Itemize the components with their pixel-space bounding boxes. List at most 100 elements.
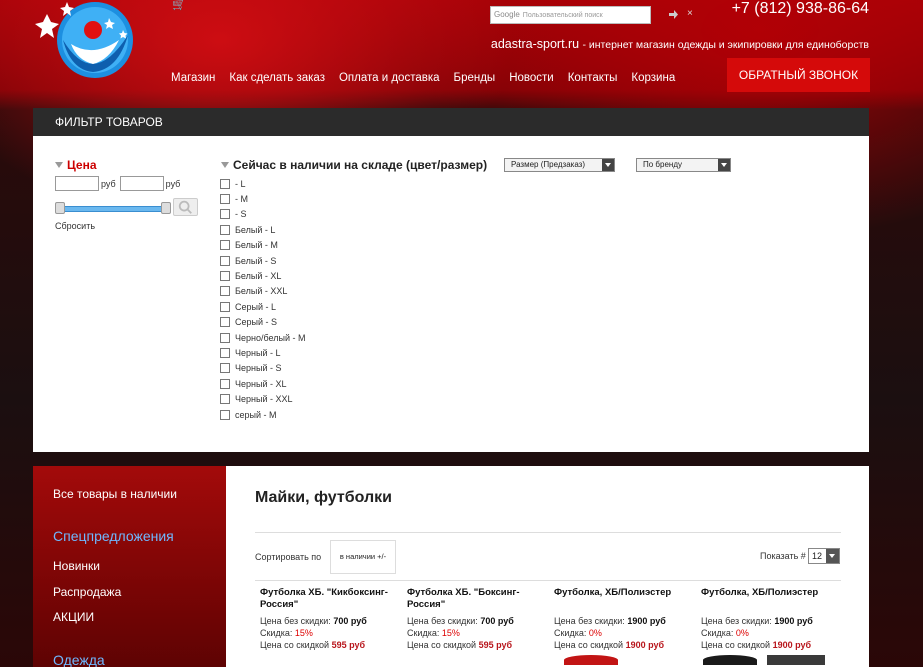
product-name[interactable]: Футболка, ХБ/Полиэстер [554,587,701,615]
checkbox[interactable] [220,301,230,312]
stock-option-label: - S [235,209,247,220]
search-input[interactable]: Google Пользовательский поиск [490,6,651,24]
product-discount-row: Скидка: 0% [701,627,848,639]
stock-option[interactable]: Белый - XL [220,268,306,283]
per-page-select[interactable]: 12 [808,548,840,564]
product-name[interactable]: Футболка ХБ. "Кикбоксинг-Россия" [260,587,407,615]
price-slider-max-handle[interactable] [161,202,171,214]
checkbox[interactable] [220,224,230,235]
price-label: Цена без скидки: [701,616,772,626]
discount-label: Скидка: [701,628,734,638]
product-name[interactable]: Футболка, ХБ/Полиэстер [701,587,848,615]
sidebar-item-all-in-stock[interactable]: Все товары в наличии [53,487,177,501]
stock-option[interactable]: Черный - XXL [220,391,306,406]
checkbox[interactable] [220,240,230,251]
sidebar-item-sale[interactable]: Распродажа [53,585,121,599]
checkbox[interactable] [220,332,230,343]
checkbox[interactable] [220,378,230,389]
stock-option[interactable]: - S [220,207,306,222]
clear-search-icon[interactable]: × [687,8,693,20]
stock-option[interactable]: Черный - S [220,361,306,376]
checkbox[interactable] [220,178,230,189]
nav-item-cart[interactable]: Корзина [631,72,675,84]
price-slider[interactable] [55,202,171,214]
product-card[interactable]: Футболка, ХБ/Полиэстер Цена без скидки: … [701,587,848,665]
price-filter-heading[interactable]: Цена [55,158,97,172]
search-placeholder: Пользовательский поиск [522,12,603,19]
stock-option[interactable]: Черный - L [220,345,306,360]
product-final-row: Цена со скидкой 1900 руб [554,639,701,651]
product-price-row: Цена без скидки: 1900 руб [701,615,848,627]
product-card[interactable]: Футболка ХБ. "Кикбоксинг-Россия" Цена бе… [260,587,407,665]
checkbox[interactable] [220,286,230,297]
stock-option-label: - L [235,178,246,189]
checkbox[interactable] [220,209,230,220]
product-discount-row: Скидка: 15% [260,627,407,639]
product-grid: Футболка ХБ. "Кикбоксинг-Россия" Цена бе… [260,587,848,665]
stock-option[interactable]: Белый - XXL [220,284,306,299]
price-from-currency: руб [101,178,116,189]
product-price-row: Цена без скидки: 700 руб [260,615,407,627]
stock-option[interactable]: Серый - S [220,315,306,330]
stock-option[interactable]: Черно/белый - M [220,330,306,345]
stock-option[interactable]: Черный - XL [220,376,306,391]
product-card[interactable]: Футболка, ХБ/Полиэстер Цена без скидки: … [554,587,701,665]
brand-select[interactable]: По бренду [636,158,731,172]
size-preorder-select[interactable]: Размер (Предзаказ) [504,158,615,172]
stock-option[interactable]: Белый - M [220,238,306,253]
stock-option-label: Черный - L [235,347,281,358]
sidebar-heading-clothes[interactable]: Одежда [53,652,105,667]
product-name[interactable]: Футболка ХБ. "Боксинг-Россия" [407,587,554,615]
stock-filter-heading[interactable]: Сейчас в наличии на складе (цвет/размер) [221,158,487,172]
cart-icon[interactable]: 🛒 [172,0,186,11]
product-card[interactable]: Футболка ХБ. "Боксинг-Россия" Цена без с… [407,587,554,665]
stock-option[interactable]: Серый - L [220,299,306,314]
product-image[interactable] [701,655,848,665]
stock-option[interactable]: Белый - S [220,253,306,268]
sidebar-item-new[interactable]: Новинки [53,559,100,573]
zoom-icon[interactable] [173,198,198,216]
checkbox[interactable] [220,363,230,374]
stock-option[interactable]: серый - M [220,407,306,422]
checkbox[interactable] [220,317,230,328]
product-price-row: Цена без скидки: 1900 руб [554,615,701,627]
stock-filter-label: Сейчас в наличии на складе (цвет/размер) [233,158,488,172]
size-select-value: Размер (Предзаказ) [511,160,586,169]
nav-item-brands[interactable]: Бренды [454,72,496,84]
price-label: Цена без скидки: [407,616,478,626]
discount-label: Скидка: [260,628,293,638]
stock-option[interactable]: - L [220,176,306,191]
price-value: 700 руб [480,616,514,626]
price-to-input[interactable] [119,176,164,191]
final-price-label: Цена со скидкой [407,640,477,650]
checkbox[interactable] [220,271,230,282]
nav-item-payment-delivery[interactable]: Оплата и доставка [339,72,440,84]
price-slider-min-handle[interactable] [55,202,65,214]
checkbox[interactable] [220,347,230,358]
checkbox[interactable] [220,255,230,266]
stock-option-label: Черный - XXL [235,394,293,405]
checkbox[interactable] [220,394,230,405]
price-from-input[interactable] [55,176,99,191]
final-price-value: 595 руб [331,640,366,650]
price-range-inputs: руб руб [55,176,184,191]
sidebar-heading-special-offers[interactable]: Спецпредложения [53,528,174,544]
search-submit-icon[interactable] [668,9,679,20]
checkbox[interactable] [220,409,230,420]
callback-button[interactable]: ОБРАТНЫЙ ЗВОНОК [727,58,870,92]
nav-item-contacts[interactable]: Контакты [568,72,618,84]
sidebar-item-promotions[interactable]: АКЦИИ [53,610,94,624]
nav-item-shop[interactable]: Магазин [171,72,215,84]
nav-item-how-to-order[interactable]: Как сделать заказ [229,72,325,84]
stock-option[interactable]: - M [220,191,306,206]
sort-button[interactable]: в наличии +/- [330,540,396,574]
checkbox[interactable] [220,194,230,205]
nav-item-news[interactable]: Новости [509,72,554,84]
logo[interactable] [33,0,137,82]
stock-option[interactable]: Белый - L [220,222,306,237]
chevron-down-icon [718,159,730,171]
brand-select-value: По бренду [643,160,682,169]
product-image[interactable] [554,655,701,665]
main-nav: Магазин Как сделать заказ Оплата и доста… [171,72,689,84]
reset-price-link[interactable]: Сбросить [55,221,95,231]
